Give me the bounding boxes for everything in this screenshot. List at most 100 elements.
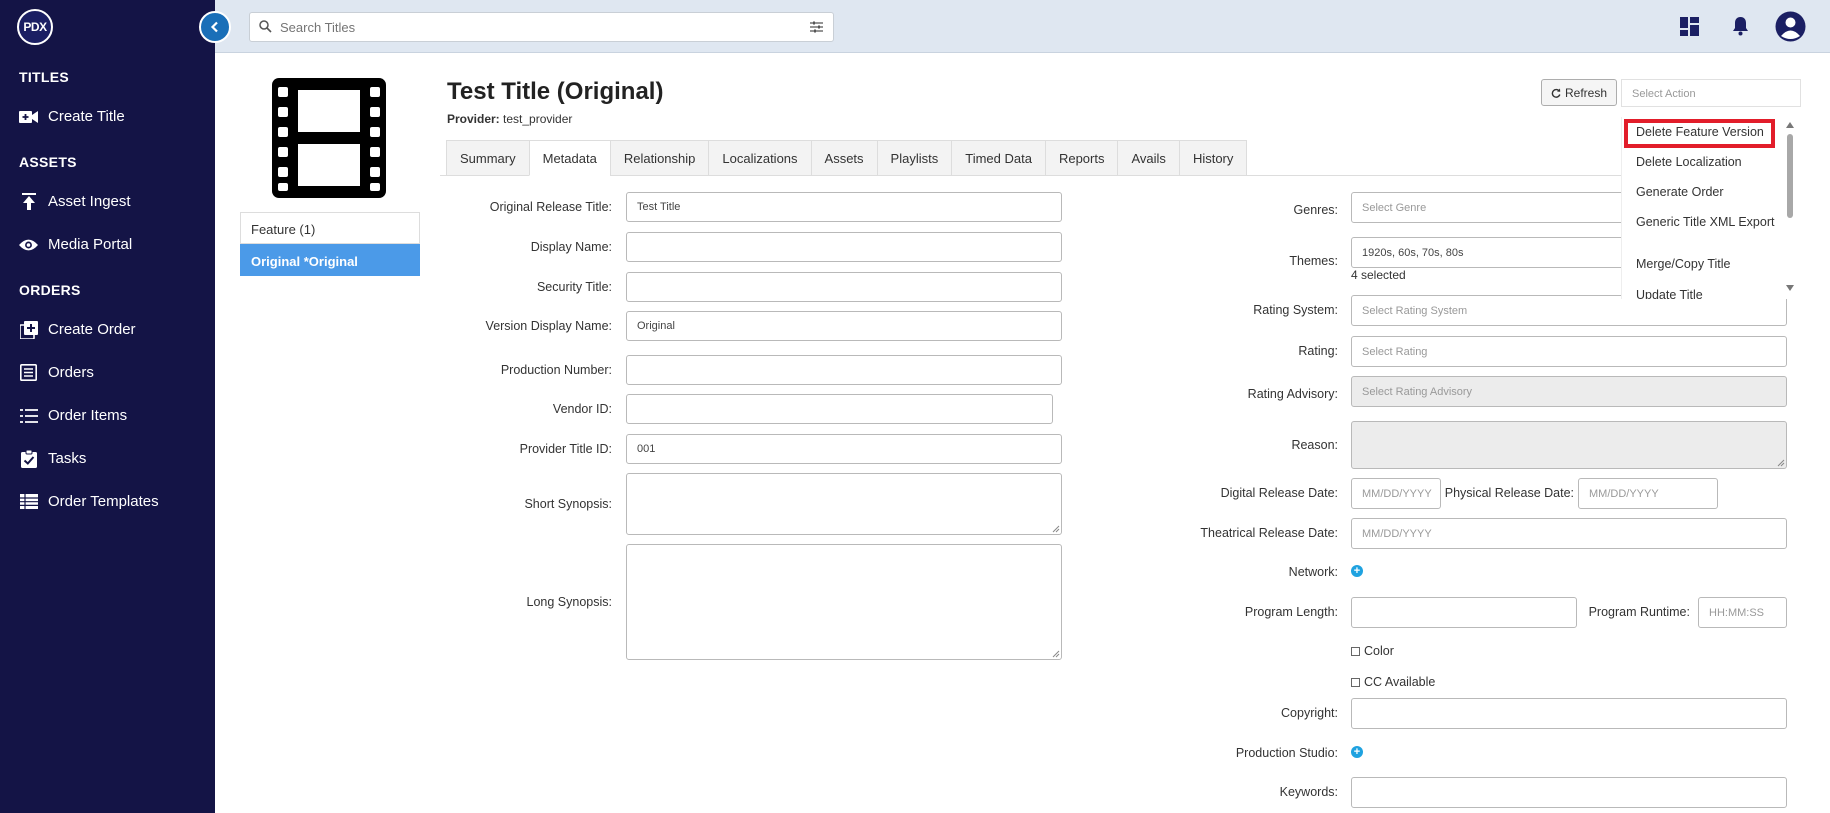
resize-grip-icon[interactable]	[1052, 650, 1060, 658]
short-synopsis-label: Short Synopsis:	[524, 497, 612, 511]
scroll-down-icon[interactable]	[1786, 285, 1794, 291]
program-length-input[interactable]	[1351, 597, 1577, 628]
section-orders: ORDERS	[19, 282, 81, 298]
sidebar-item-label: Tasks	[48, 450, 87, 467]
sidebar-item-label: Media Portal	[48, 236, 133, 253]
digital-release-date-input[interactable]: MM/DD/YYYY	[1351, 478, 1441, 509]
program-length-label: Program Length:	[1244, 605, 1338, 619]
add-production-studio-icon[interactable]: +	[1351, 746, 1363, 758]
reason-textarea[interactable]	[1351, 421, 1787, 469]
provider-line: Provider: test_provider	[447, 112, 572, 126]
film-poster-icon	[272, 78, 386, 198]
genres-label: Genres:	[1293, 203, 1338, 217]
production-studio-label: Production Studio:	[1235, 746, 1338, 760]
tab-summary[interactable]: Summary	[446, 140, 529, 176]
tab-relationship[interactable]: Relationship	[609, 140, 709, 176]
tab-reports[interactable]: Reports	[1044, 140, 1118, 176]
tab-timed-data[interactable]: Timed Data	[951, 140, 1045, 176]
search-box[interactable]	[249, 12, 834, 42]
copyright-label: Copyright:	[1281, 706, 1338, 720]
original-release-title-input[interactable]: Test Title	[626, 192, 1062, 222]
add-network-icon[interactable]: +	[1351, 565, 1363, 577]
provider-title-id-input[interactable]: 001	[626, 434, 1062, 464]
sidebar-item-media-portal[interactable]: Media Portal	[19, 235, 132, 254]
sidebar-item-label: Create Title	[48, 108, 125, 125]
highlight-box	[1624, 119, 1775, 148]
provider-value: test_provider	[503, 112, 573, 126]
version-item-original[interactable]: Original *Original	[240, 244, 420, 276]
resize-grip-icon[interactable]	[1777, 459, 1785, 467]
sidebar-item-asset-ingest[interactable]: Asset Ingest	[19, 192, 131, 211]
menu-item-generate-order[interactable]: Generate Order	[1636, 186, 1776, 199]
production-number-label: Production Number:	[500, 363, 612, 377]
sidebar-item-label: Orders	[48, 364, 94, 381]
list-box-icon	[19, 363, 38, 382]
sidebar-item-orders[interactable]: Orders	[19, 363, 94, 382]
sidebar-item-create-order[interactable]: Create Order	[19, 320, 136, 339]
production-number-input[interactable]	[626, 355, 1062, 385]
color-checkbox[interactable]: Color	[1351, 644, 1394, 658]
refresh-button[interactable]: Refresh	[1541, 79, 1617, 106]
tab-assets[interactable]: Assets	[810, 140, 877, 176]
action-select[interactable]: Select Action	[1621, 79, 1801, 107]
sidebar-item-create-title[interactable]: Create Title	[19, 107, 125, 126]
pdx-logo[interactable]: PDX	[17, 9, 53, 45]
physical-release-date-input[interactable]: MM/DD/YYYY	[1578, 478, 1718, 509]
long-synopsis-label: Long Synopsis:	[526, 595, 612, 609]
long-synopsis-textarea[interactable]	[626, 544, 1062, 660]
rating-system-select[interactable]: Select Rating System	[1351, 295, 1787, 326]
menu-item-update-title[interactable]: Update Title	[1636, 289, 1776, 300]
tab-playlists[interactable]: Playlists	[876, 140, 952, 176]
menu-item-delete-localization[interactable]: Delete Localization	[1636, 156, 1776, 169]
sidebar-item-order-templates[interactable]: Order Templates	[19, 492, 159, 511]
program-runtime-input[interactable]: HH:MM:SS	[1698, 597, 1787, 628]
themes-count: 4 selected	[1351, 268, 1406, 282]
security-title-label: Security Title:	[536, 280, 612, 294]
keywords-label: Keywords:	[1279, 785, 1338, 799]
scroll-up-icon[interactable]	[1786, 122, 1794, 128]
rating-advisory-select[interactable]: Select Rating Advisory	[1351, 376, 1787, 407]
copyright-input[interactable]	[1351, 698, 1787, 729]
checkbox-icon[interactable]	[1351, 646, 1360, 656]
clipboard-check-icon	[19, 449, 38, 468]
dashboard-icon[interactable]	[1680, 17, 1699, 36]
original-release-title-label: Original Release Title:	[489, 200, 612, 214]
provider-title-id-label: Provider Title ID:	[519, 442, 612, 456]
cc-available-checkbox[interactable]: CC Available	[1351, 675, 1435, 689]
display-name-input[interactable]	[626, 232, 1062, 262]
account-icon[interactable]	[1775, 11, 1806, 42]
scroll-thumb[interactable]	[1787, 134, 1793, 218]
vendor-id-input[interactable]	[626, 394, 1053, 424]
tab-localizations[interactable]: Localizations	[708, 140, 811, 176]
checkbox-icon[interactable]	[1351, 677, 1360, 687]
refresh-icon	[1551, 88, 1561, 98]
vendor-id-label: Vendor ID:	[552, 402, 612, 416]
short-synopsis-textarea[interactable]	[626, 473, 1062, 535]
rating-label: Rating:	[1298, 344, 1338, 358]
theatrical-release-date-input[interactable]: MM/DD/YYYY	[1351, 518, 1787, 549]
search-input[interactable]	[280, 18, 780, 36]
collapse-sidebar-button[interactable]	[199, 11, 231, 43]
tab-history[interactable]: History	[1178, 140, 1248, 176]
themes-label: Themes:	[1289, 254, 1338, 268]
theatrical-release-date-label: Theatrical Release Date:	[1200, 526, 1338, 540]
rating-select[interactable]: Select Rating	[1351, 336, 1787, 367]
cc-available-checkbox-label: CC Available	[1364, 675, 1436, 689]
bell-icon[interactable]	[1732, 16, 1749, 36]
filter-icon[interactable]	[810, 21, 823, 33]
version-item-feature[interactable]: Feature (1)	[240, 212, 420, 244]
tab-avails[interactable]: Avails	[1117, 140, 1179, 176]
version-display-name-input[interactable]: Original	[626, 311, 1062, 341]
display-name-label: Display Name:	[530, 240, 612, 254]
menu-scrollbar[interactable]	[1784, 120, 1796, 295]
sidebar-item-tasks[interactable]: Tasks	[19, 449, 86, 468]
upload-icon	[19, 192, 38, 211]
menu-item-generic-title-xml-export[interactable]: Generic Title XML Export	[1636, 216, 1776, 229]
section-assets: ASSETS	[19, 154, 77, 170]
tab-metadata[interactable]: Metadata	[528, 140, 610, 176]
menu-item-merge-copy-title[interactable]: Merge/Copy Title	[1636, 258, 1776, 271]
security-title-input[interactable]	[626, 272, 1062, 302]
sidebar-item-order-items[interactable]: Order Items	[19, 406, 127, 425]
resize-grip-icon[interactable]	[1052, 525, 1060, 533]
keywords-input[interactable]	[1351, 777, 1787, 808]
